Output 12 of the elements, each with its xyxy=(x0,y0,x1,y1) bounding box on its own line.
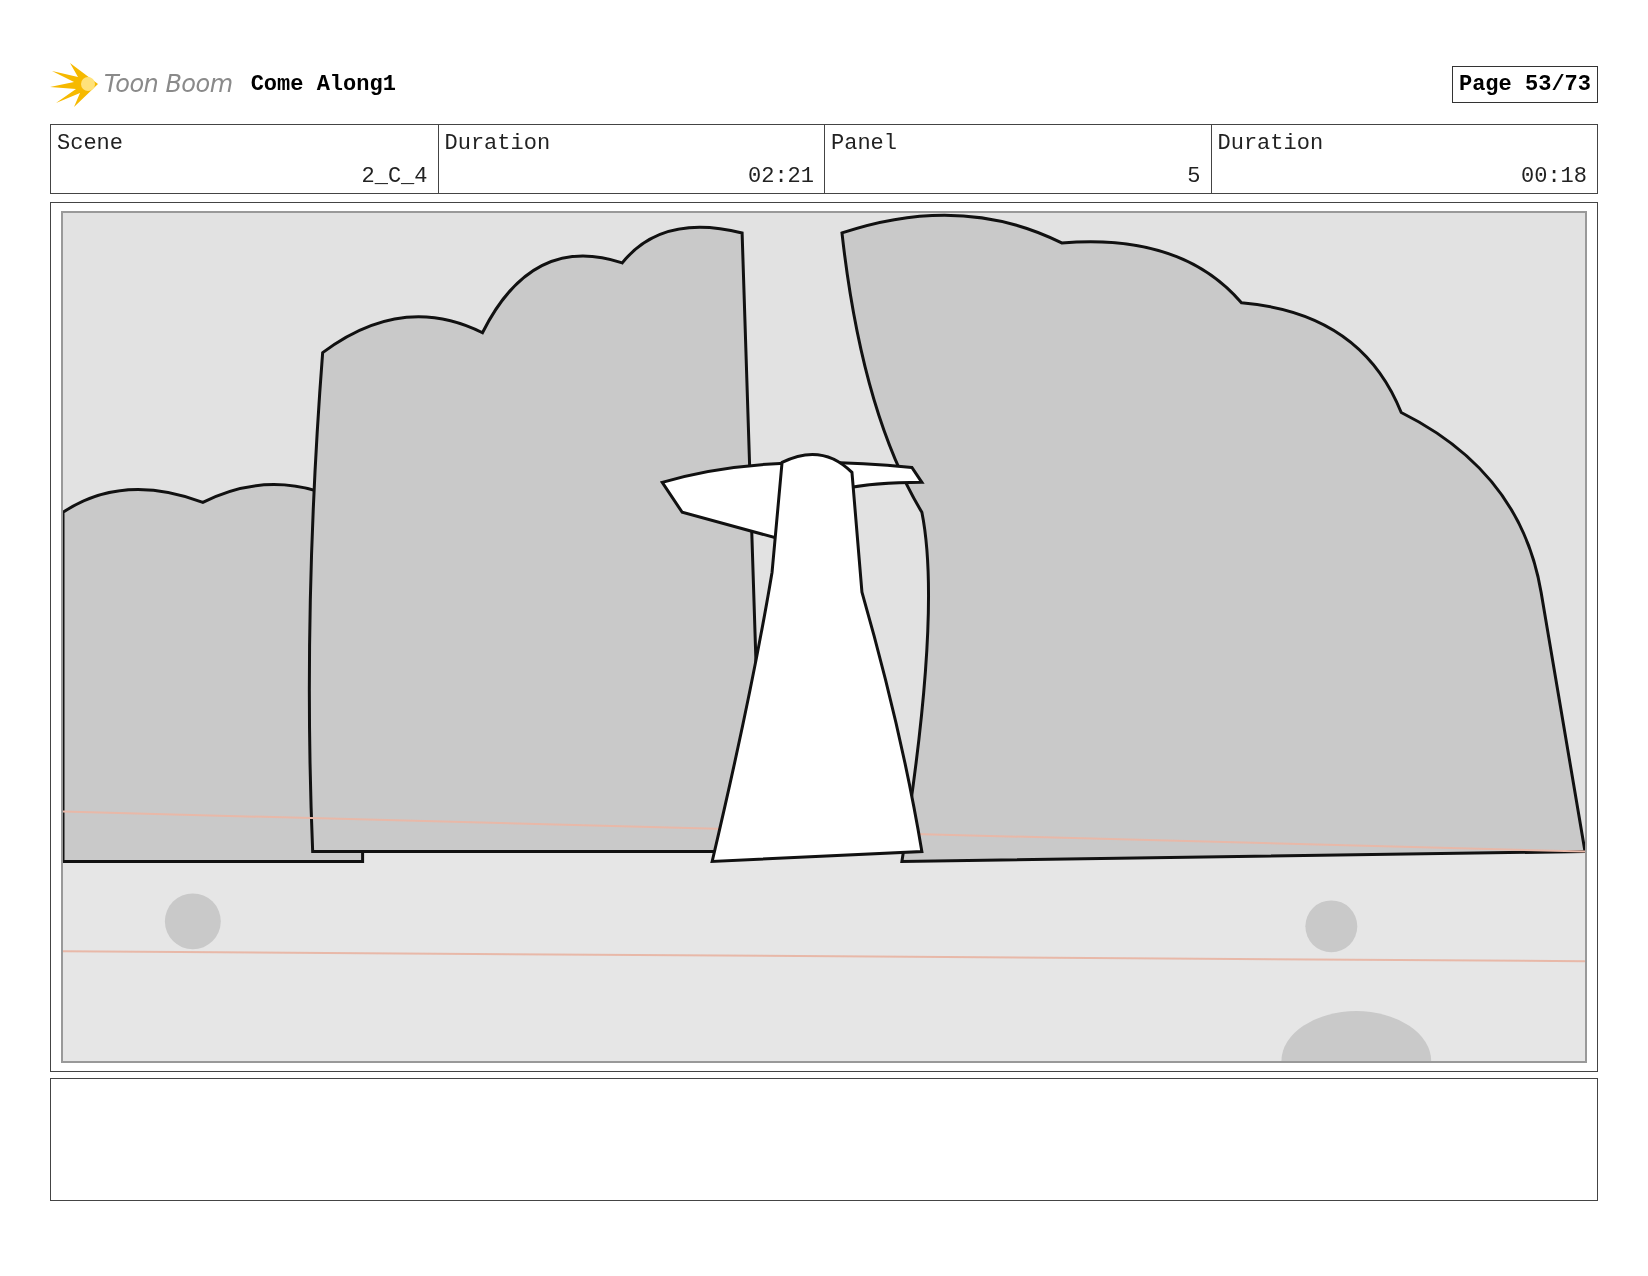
starburst-logo-icon xyxy=(50,61,100,107)
page-number: Page 53/73 xyxy=(1451,65,1598,103)
table-cell: 00:18 xyxy=(1521,164,1587,189)
storyboard-title: Come Along1 xyxy=(250,71,396,97)
column-heading: Scene xyxy=(57,131,123,156)
logo-text: Toon Boom xyxy=(104,70,233,98)
column-heading: Duration xyxy=(444,131,551,156)
table-cell: 02:21 xyxy=(748,164,814,189)
column-heading: Duration xyxy=(1217,131,1324,156)
table-cell: 5 xyxy=(1187,164,1201,189)
column-heading: Panel xyxy=(831,131,897,156)
table-cell: 2_C_4 xyxy=(361,164,428,189)
